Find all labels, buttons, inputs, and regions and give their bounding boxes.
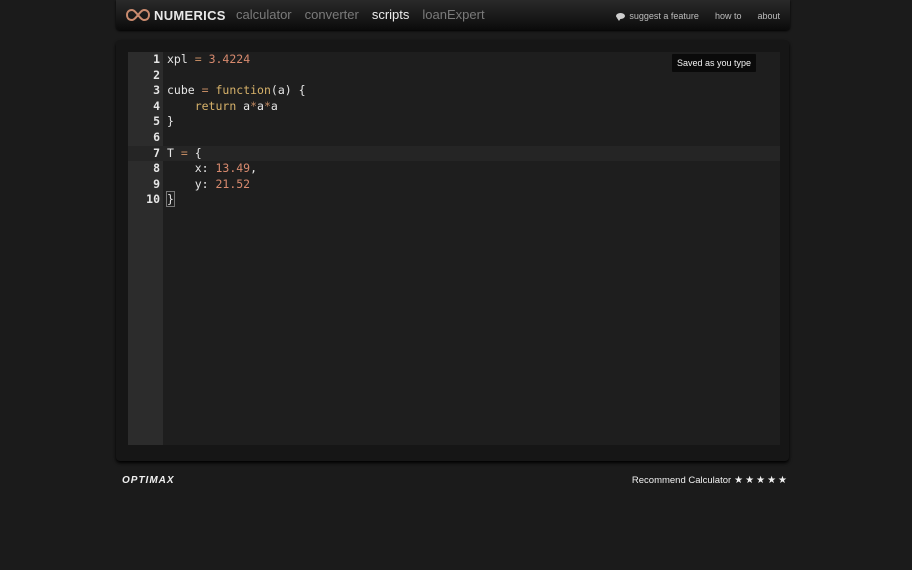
star-icon[interactable]: ★ [778, 475, 787, 486]
code-line[interactable]: 4 return a*a*a [128, 99, 780, 115]
optimax-logo-text: OPTIMAX [122, 475, 175, 486]
code-token: , [250, 161, 258, 176]
code-text: T = { [167, 146, 202, 162]
code-token: a [236, 98, 251, 113]
line-number: 7 [153, 145, 160, 160]
code-token: 13.49 [215, 161, 251, 176]
code-token: = [194, 52, 202, 66]
code-line[interactable]: 5} [128, 114, 780, 130]
top-links: suggest a feature how to about [616, 11, 780, 21]
code-token: return [194, 98, 237, 113]
code-token: (a) { [270, 83, 306, 98]
code-token: function [215, 83, 271, 98]
code-token: 21.52 [215, 176, 251, 191]
nav-loanexpert[interactable]: loanExpert [422, 7, 484, 22]
infinity-icon [126, 8, 150, 22]
line-number: 10 [146, 192, 160, 207]
suggest-feature-label: suggest a feature [629, 11, 699, 21]
main-nav: calculator converter scripts loanExpert [236, 7, 485, 22]
saved-badge: Saved as you type [671, 54, 756, 72]
code-text: x: 13.49, [167, 161, 257, 177]
line-number: 9 [153, 176, 160, 191]
star-icon[interactable]: ★ [745, 475, 754, 486]
code-line[interactable]: 8 x: 13.49, [128, 161, 780, 177]
star-icon[interactable]: ★ [756, 475, 765, 486]
about-link[interactable]: about [757, 11, 780, 21]
code-text: xpl = 3.4224 [167, 52, 250, 68]
code-line[interactable]: 6 [128, 130, 780, 146]
code-token: = [180, 145, 188, 160]
code-token: { [187, 145, 202, 160]
code-token: x: [167, 161, 216, 176]
top-bar: NUMERICS calculator converter scripts lo… [116, 0, 790, 30]
star-icon[interactable]: ★ [767, 475, 776, 486]
code-line[interactable]: 10} [128, 191, 780, 208]
line-number: 8 [153, 161, 160, 176]
optimax-logo[interactable]: OPTIMAX [122, 475, 175, 486]
code-token: } [167, 114, 174, 129]
how-to-link[interactable]: how to [715, 11, 742, 21]
line-number: 1 [153, 52, 160, 66]
code-token: = [201, 83, 209, 98]
code-token: cube [167, 83, 202, 98]
code-text: } [166, 191, 175, 208]
recommend-label: Recommend Calculator [631, 475, 732, 486]
code-editor[interactable]: 1 xpl = 3.4224 2 3 cube = function(a) {4 ret… [128, 52, 780, 445]
code-line[interactable]: 7T = { [128, 145, 780, 162]
code-text: y: 21.52 [167, 177, 250, 193]
code-token: T [167, 145, 181, 160]
code-token: xpl [167, 52, 195, 66]
code-token: * [263, 98, 271, 113]
code-lines: 1 xpl = 3.4224 2 3 cube = function(a) {4 ret… [128, 52, 780, 208]
code-text: return a*a*a [167, 99, 278, 115]
code-token: 3.4224 [208, 52, 251, 66]
logo[interactable]: NUMERICS [126, 7, 226, 23]
recommend-calculator: Recommend Calculator ★ ★ ★ ★ ★ [632, 475, 787, 486]
line-number: 3 [153, 83, 160, 98]
line-number: 5 [153, 114, 160, 129]
code-token: a [257, 98, 264, 113]
code-line[interactable]: 9 y: 21.52 [128, 177, 780, 193]
code-token: y: [167, 176, 216, 191]
nav-converter[interactable]: converter [305, 7, 359, 22]
suggest-feature-link[interactable]: suggest a feature [616, 11, 699, 21]
code-token: a [270, 98, 278, 113]
line-number: 4 [153, 98, 160, 113]
code-line[interactable]: 3 cube = function(a) { [128, 83, 780, 99]
star-icon[interactable]: ★ [734, 475, 743, 486]
nav-calculator[interactable]: calculator [236, 7, 292, 22]
code-text: cube = function(a) { [167, 83, 306, 99]
code-text: } [167, 114, 174, 130]
logo-text: NUMERICS [154, 7, 226, 23]
nav-scripts[interactable]: scripts [372, 7, 410, 22]
code-token: } [166, 191, 175, 208]
code-token: * [250, 98, 258, 113]
speech-bubble-icon [616, 13, 626, 21]
rating-stars: ★ ★ ★ ★ ★ [734, 475, 787, 486]
line-number: 6 [153, 129, 160, 144]
editor-panel: 1 xpl = 3.4224 2 3 cube = function(a) {4 ret… [116, 40, 789, 461]
line-number: 2 [153, 67, 160, 82]
